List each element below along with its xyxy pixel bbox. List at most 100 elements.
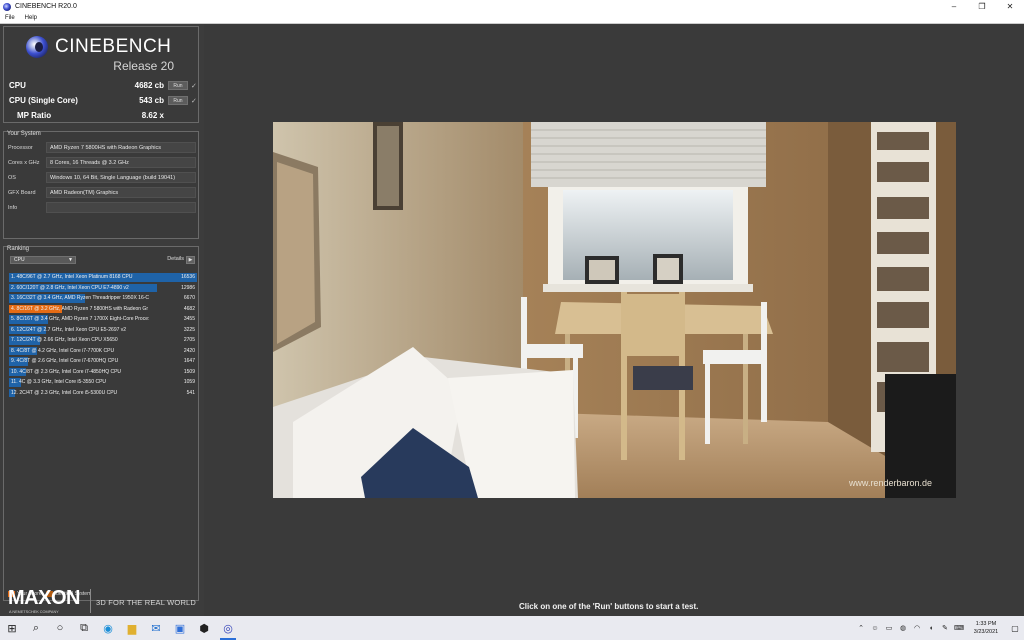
cpu-score-row: CPU 4682 cb Run ✓: [9, 80, 197, 91]
maxon-branding: MAXON A NEMETSCHEK COMPANY 3D FOR THE RE…: [8, 587, 196, 614]
ranking-label: 11. 4C @ 3.3 GHz, Intel Core i5-3550 CPU: [11, 379, 107, 386]
single-core-run-button[interactable]: Run: [168, 96, 188, 105]
brand-divider: [90, 589, 91, 613]
window-controls: – ❐ ✕: [940, 0, 1024, 13]
file-explorer-icon[interactable]: ▆: [120, 616, 144, 640]
system-row-cores: Cores x GHz 8 Cores, 16 Threads @ 3.2 GH…: [8, 157, 196, 168]
cortana-circle-icon[interactable]: ○: [48, 616, 72, 640]
ranking-score: 1059: [183, 379, 195, 386]
cinebench-app-icon: [3, 2, 11, 11]
menu-bar: File Help: [0, 13, 1024, 24]
ranking-row[interactable]: 8. 4C/8T @ 4.2 GHz, Intel Core i7-7700K …: [9, 346, 197, 357]
cinebench-logo: CINEBENCH: [26, 36, 171, 58]
notification-icon[interactable]: ▢: [1006, 624, 1024, 633]
ranking-row[interactable]: 1. 48C/96T @ 2.7 GHz, Intel Xeon Platinu…: [9, 272, 197, 283]
ranking-label: 7. 12C/24T @ 2.66 GHz, Intel Xeon CPU X5…: [11, 337, 118, 344]
ranking-score: 12986: [181, 284, 195, 291]
system-key: OS: [8, 174, 16, 181]
volume-icon[interactable]: ◖: [924, 616, 938, 640]
single-core-score: 543 cb: [139, 96, 164, 105]
minimize-button[interactable]: –: [940, 0, 968, 13]
logo-subtitle: Release 20: [113, 59, 174, 73]
ranking-label: 3. 16C/32T @ 3.4 GHz, AMD Ryzen Threadri…: [11, 295, 150, 302]
clock-time: 1:33 PM: [975, 621, 997, 627]
ranking-score: 4682: [183, 305, 195, 312]
left-panel: CINEBENCH Release 20 CPU 4682 cb Run ✓ C…: [0, 24, 204, 616]
ranking-label: 6. 12C/24T @ 2.7 GHz, Intel Xeon CPU E5-…: [11, 326, 127, 333]
user-icon[interactable]: ☺: [868, 616, 882, 640]
ranking-score: 3225: [183, 326, 195, 333]
system-tray: ⌃ ☺ ▭ ◍ ◠ ◖ ✎ ⌨ 1:33 PM 3/23/2021 ▢: [854, 616, 1024, 640]
network-icon[interactable]: ◍: [896, 616, 910, 640]
maxon-subtitle: A NEMETSCHEK COMPANY: [9, 610, 59, 614]
ranking-label: 5. 8C/16T @ 3.4 GHz, AMD Ryzen 7 1700X E…: [11, 316, 150, 323]
ranking-row[interactable]: 5. 8C/16T @ 3.4 GHz, AMD Ryzen 7 1700X E…: [9, 314, 197, 325]
ranking-row[interactable]: 6. 12C/24T @ 2.7 GHz, Intel Xeon CPU E5-…: [9, 325, 197, 336]
cube-app-icon[interactable]: ⬢: [192, 616, 216, 640]
cinebench-taskbar-icon[interactable]: ◎: [216, 616, 240, 640]
system-key: Info: [8, 204, 18, 211]
your-system-title: Your System: [7, 131, 41, 137]
pen-icon[interactable]: ✎: [938, 616, 952, 640]
clock[interactable]: 1:33 PM 3/23/2021: [966, 620, 1006, 636]
single-core-label: CPU (Single Core): [9, 96, 78, 105]
ranking-score: 1509: [183, 368, 195, 375]
title-bar: CINEBENCH R20.0 – ❐ ✕: [0, 0, 1024, 13]
menu-help[interactable]: Help: [20, 15, 42, 21]
ranking-score: 3455: [183, 316, 195, 323]
system-value: AMD Radeon(TM) Graphics: [46, 187, 196, 198]
ranking-score: 2705: [183, 337, 195, 344]
battery-icon[interactable]: ▭: [882, 616, 896, 640]
cpu-label: CPU: [9, 81, 26, 90]
ranking-row[interactable]: 11. 4C @ 3.3 GHz, Intel Core i5-3550 CPU…: [9, 377, 197, 388]
maximize-button[interactable]: ❐: [968, 0, 996, 13]
search-icon[interactable]: ⌕: [24, 616, 48, 640]
clock-date: 3/23/2021: [973, 629, 999, 635]
score-panel: CINEBENCH Release 20 CPU 4682 cb Run ✓ C…: [3, 26, 199, 123]
keyboard-icon[interactable]: ⌨: [952, 616, 966, 640]
chevron-up-icon[interactable]: ⌃: [854, 616, 868, 640]
details-button[interactable]: ▶: [186, 256, 195, 264]
ranking-row[interactable]: 7. 12C/24T @ 2.66 GHz, Intel Xeon CPU X5…: [9, 335, 197, 346]
system-row-processor: Processor AMD Ryzen 7 5800HS with Radeon…: [8, 142, 196, 153]
start-windows-icon[interactable]: ⊞: [0, 616, 24, 640]
mp-ratio-row: MP Ratio 8.62 x: [9, 110, 197, 121]
single-score-row: CPU (Single Core) 543 cb Run ✓: [9, 95, 197, 106]
render-watermark: www.renderbaron.de: [848, 478, 932, 488]
app-icon[interactable]: ▣: [168, 616, 192, 640]
ranking-type-select[interactable]: CPU ▼: [10, 256, 76, 264]
ranking-score: 541: [186, 389, 195, 396]
details-label: Details: [167, 256, 184, 262]
edge-browser-icon[interactable]: ◉: [96, 616, 120, 640]
system-value: Windows 10, 64 Bit, Single Language (bui…: [46, 172, 196, 183]
info-field[interactable]: [46, 202, 196, 213]
ranking-row[interactable]: 9. 4C/8T @ 2.6 GHz, Intel Core i7-6700HQ…: [9, 356, 197, 367]
ranking-score: 6670: [183, 295, 195, 302]
ranking-select-value: CPU: [14, 257, 25, 263]
ranking-row[interactable]: 10. 4C/8T @ 2.3 GHz, Intel Core i7-4850H…: [9, 367, 197, 378]
ranking-label: 10. 4C/8T @ 2.3 GHz, Intel Core i7-4850H…: [11, 368, 122, 375]
cpu-check-icon: ✓: [191, 82, 197, 90]
ranking-label: 12. 2C/4T @ 2.3 GHz, Intel Core i5-5300U…: [11, 389, 118, 396]
close-button[interactable]: ✕: [996, 0, 1024, 13]
maxon-logo: MAXON: [8, 587, 80, 609]
ranking-row[interactable]: 12. 2C/4T @ 2.3 GHz, Intel Core i5-5300U…: [9, 388, 197, 399]
wifi-icon[interactable]: ◠: [910, 616, 924, 640]
ranking-row[interactable]: 3. 16C/32T @ 3.4 GHz, AMD Ryzen Threadri…: [9, 293, 197, 304]
mail-icon[interactable]: ✉: [144, 616, 168, 640]
ranking-title: Ranking: [7, 246, 30, 252]
menu-file[interactable]: File: [0, 15, 20, 21]
ranking-label: 9. 4C/8T @ 2.6 GHz, Intel Core i7-6700HQ…: [11, 358, 119, 365]
system-key: Cores x GHz: [8, 159, 40, 166]
ranking-score: 2420: [183, 347, 195, 354]
render-image: [273, 122, 956, 498]
system-row-gfx: GFX Board AMD Radeon(TM) Graphics: [8, 187, 196, 198]
logo-title: CINEBENCH: [55, 36, 172, 57]
brand-tagline: 3D FOR THE REAL WORLD: [96, 598, 197, 607]
ranking-row[interactable]: 4. 8C/16T @ 3.2 GHz, AMD Ryzen 7 5800HS …: [9, 304, 197, 315]
ranking-label: 2. 60C/120T @ 2.8 GHz, Intel Xeon CPU E7…: [11, 284, 129, 291]
cpu-run-button[interactable]: Run: [168, 81, 188, 90]
ranking-row[interactable]: 2. 60C/120T @ 2.8 GHz, Intel Xeon CPU E7…: [9, 283, 197, 294]
task-view-icon[interactable]: ⧉: [72, 616, 96, 640]
ranking-score: 16536: [181, 274, 195, 281]
